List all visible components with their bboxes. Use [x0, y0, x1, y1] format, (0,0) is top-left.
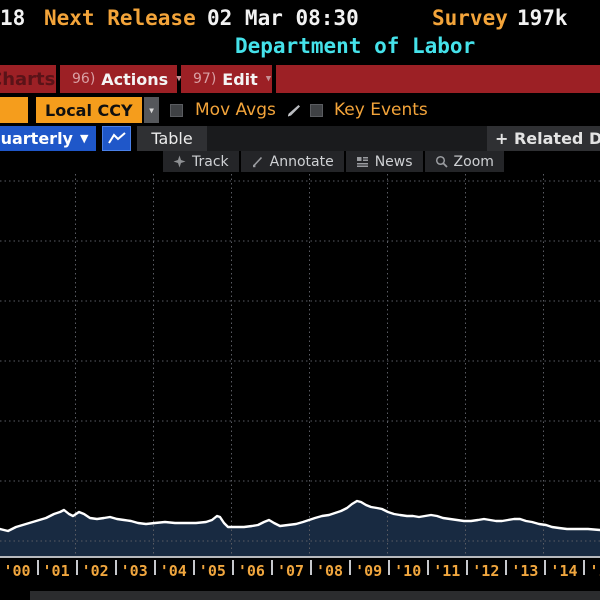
x-axis-tick	[388, 560, 390, 575]
chevron-down-icon: ▼	[266, 74, 271, 84]
period-label: Quarterly	[0, 129, 73, 148]
x-axis-tick	[505, 560, 507, 575]
edit-menu-label: Edit	[222, 70, 258, 89]
actions-menu-button[interactable]: 96) Actions ▼	[60, 65, 177, 93]
actions-menu-label: Actions	[101, 70, 168, 89]
currency-stub-button[interactable]	[0, 97, 28, 123]
x-axis-tick	[76, 560, 78, 575]
x-axis-tick	[310, 560, 312, 575]
x-axis-labels: '00 '01 '02 '03 '04 '05 '06 '07 '08 '09 '10 '11 '12 '…	[0, 558, 600, 590]
x-axis-year-label: '13	[510, 562, 540, 580]
source-label: Department of Labor	[235, 34, 475, 58]
annotate-label: Annotate	[270, 154, 334, 170]
line-chart-icon	[106, 130, 128, 147]
x-axis-tick	[466, 560, 468, 575]
edit-menu-number: 97)	[193, 71, 216, 87]
x-axis-year-label: '04	[158, 562, 188, 580]
x-axis-year-label: '09	[354, 562, 384, 580]
area-fill	[0, 501, 600, 556]
news-list-icon	[356, 155, 369, 168]
menu-bar-filler	[276, 65, 600, 93]
next-release-label: Next Release	[44, 6, 196, 30]
key-events-label: Key Events	[334, 100, 428, 120]
annotate-button[interactable]: Annotate	[241, 151, 344, 172]
x-axis-tick	[544, 560, 546, 575]
chevron-down-icon: ▼	[149, 106, 154, 115]
local-ccy-button[interactable]: Local CCY	[36, 97, 142, 123]
bloomberg-terminal-screen: 18 Next Release 02 Mar 08:30 Survey 197k…	[0, 0, 600, 600]
x-axis-year-label: '07	[275, 562, 305, 580]
x-axis-year-label: '14	[549, 562, 579, 580]
track-button[interactable]: Track	[163, 151, 239, 172]
menu-bar: Charts 96) Actions ▼ 97) Edit ▼	[0, 65, 600, 93]
x-axis-tick	[583, 560, 585, 575]
zoom-label: Zoom	[454, 154, 494, 170]
local-ccy-label: Local CCY	[45, 101, 133, 120]
charts-title-segment: Charts	[0, 65, 56, 93]
pencil-icon[interactable]	[284, 102, 302, 120]
tab-table[interactable]: Table	[137, 126, 207, 151]
tab-table-label: Table	[151, 129, 192, 148]
key-events-checkbox[interactable]	[310, 104, 323, 117]
chevron-down-icon: ▼	[80, 132, 88, 145]
track-label: Track	[192, 154, 229, 170]
x-axis-tick	[115, 560, 117, 575]
bottom-panel-edge	[30, 591, 600, 600]
x-axis-tick	[349, 560, 351, 575]
tab-related-data[interactable]: + Related Data	[487, 126, 600, 151]
mov-avgs-label: Mov Avgs	[195, 100, 276, 120]
area-chart-plot[interactable]	[0, 172, 600, 556]
mov-avgs-checkbox[interactable]	[170, 104, 183, 117]
survey-label: Survey	[432, 6, 508, 30]
news-button[interactable]: News	[346, 151, 423, 172]
prior-value-fragment: 18	[0, 6, 25, 30]
x-axis-tick	[232, 560, 234, 575]
charts-title: Charts	[0, 69, 55, 90]
x-axis-tick	[427, 560, 429, 575]
annotate-pencil-icon	[251, 155, 264, 168]
local-ccy-dropdown-arrow[interactable]: ▼	[144, 97, 159, 123]
edit-menu-button[interactable]: 97) Edit ▼	[181, 65, 272, 93]
tab-related-data-label: + Related Data	[495, 129, 600, 148]
actions-menu-number: 96)	[72, 71, 95, 87]
x-axis-tick	[193, 560, 195, 575]
x-axis-year-label: '08	[315, 562, 345, 580]
x-axis-tick	[154, 560, 156, 575]
period-dropdown[interactable]: Quarterly ▼	[0, 126, 96, 151]
x-axis-year-label: '01	[41, 562, 71, 580]
x-axis-year-label: '15	[588, 562, 600, 580]
x-axis-year-label: '05	[197, 562, 227, 580]
x-axis-year-label: '00	[2, 562, 32, 580]
track-crosshair-icon	[173, 155, 186, 168]
chart-view-button[interactable]	[102, 126, 131, 151]
survey-value: 197k	[517, 6, 568, 30]
tab-strip: Table + Related Data	[137, 126, 600, 151]
x-axis-year-label: '12	[471, 562, 501, 580]
x-axis-year-label: '02	[80, 562, 110, 580]
x-axis-tick	[37, 560, 39, 575]
x-axis-year-label: '10	[393, 562, 423, 580]
x-axis-year-label: '03	[119, 562, 149, 580]
x-axis-year-label: '06	[236, 562, 266, 580]
news-label: News	[375, 154, 413, 170]
zoom-button[interactable]: Zoom	[425, 151, 504, 172]
chart-toolbar: Track Annotate News	[163, 151, 504, 172]
x-axis-year-label: '11	[432, 562, 462, 580]
magnifier-icon	[435, 155, 448, 168]
x-axis-tick	[271, 560, 273, 575]
next-release-time: 02 Mar 08:30	[207, 6, 359, 30]
